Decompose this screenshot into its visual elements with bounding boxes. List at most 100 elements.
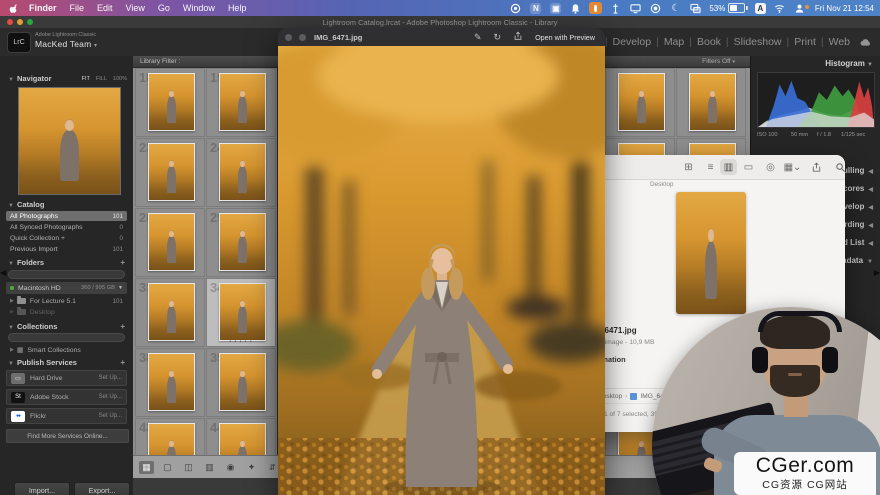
group-icon[interactable]: ▦⌄: [784, 159, 801, 175]
do-not-disturb-icon[interactable]: ☾: [669, 2, 682, 14]
grid-cell[interactable]: [676, 68, 746, 137]
volume-macintosh-hd[interactable]: Macintosh HD360 / 995 GB▼: [6, 282, 127, 294]
photo-thumbnail[interactable]: [689, 73, 736, 131]
zoom-fill[interactable]: FILL: [96, 76, 107, 82]
menu-edit[interactable]: Edit: [97, 3, 113, 13]
battery-indicator[interactable]: 53%: [709, 3, 748, 13]
catalog-header[interactable]: ▼Catalog: [0, 200, 133, 211]
collections-header[interactable]: ▼Collections+: [0, 322, 133, 333]
photo-thumbnail[interactable]: [148, 283, 195, 341]
minimize-icon[interactable]: [17, 19, 23, 25]
grid-cell[interactable]: 39: [206, 348, 276, 417]
module-slideshow[interactable]: Slideshow: [734, 36, 782, 48]
zoom-window-icon[interactable]: [27, 19, 33, 25]
module-book[interactable]: Book: [697, 36, 721, 48]
grid-cell[interactable]: 43: [135, 418, 205, 455]
share-icon[interactable]: [808, 159, 825, 175]
grid-cell[interactable]: 44: [206, 418, 276, 455]
folders-header[interactable]: ▼Folders+: [0, 258, 133, 269]
folder-item-0[interactable]: ▶For Lecture 5.1101: [6, 296, 127, 306]
close-icon[interactable]: [7, 19, 13, 25]
grid-cell[interactable]: 28: [135, 208, 205, 277]
expand-icon[interactable]: ▶: [10, 298, 14, 304]
photo-thumbnail[interactable]: [219, 423, 266, 455]
stand-icon[interactable]: [609, 2, 622, 14]
markup-icon[interactable]: ✎: [474, 32, 482, 43]
close-icon[interactable]: [285, 34, 292, 41]
grid-cell[interactable]: 29: [206, 208, 276, 277]
search-icon[interactable]: [832, 159, 845, 175]
menu-bar-clock[interactable]: Fri Nov 21 12:54: [815, 4, 874, 13]
grid-cell[interactable]: 33: [135, 278, 205, 347]
photo-thumbnail[interactable]: [219, 353, 266, 411]
grid-cell[interactable]: [605, 68, 675, 137]
quicklook-titlebar[interactable]: IMG_6471.jpg ✎ ↻ Open with Preview: [278, 28, 605, 46]
photo-thumbnail[interactable]: [148, 353, 195, 411]
loupe-view-icon[interactable]: ▢: [160, 461, 175, 474]
cloud-sync-icon[interactable]: [859, 36, 872, 48]
view-columns-icon[interactable]: ▥: [720, 159, 737, 175]
grid-cell[interactable]: 24: [206, 138, 276, 207]
menu-view[interactable]: View: [126, 3, 145, 13]
grid-cell[interactable]: 23: [135, 138, 205, 207]
histogram-header[interactable]: Histogram ▼: [825, 59, 873, 68]
identity-plate[interactable]: MacKed Team ▾: [35, 39, 97, 49]
chevron-down-icon[interactable]: ▼: [118, 285, 123, 291]
publish-service-1[interactable]: StAdobe StockSet Up...: [6, 389, 127, 405]
menu-go[interactable]: Go: [158, 3, 170, 13]
find-more-services-button[interactable]: Find More Services Online...: [6, 429, 129, 443]
folders-search-input[interactable]: [8, 270, 125, 279]
catalog-item-0[interactable]: All Photographs101: [6, 211, 127, 221]
publish-service-0[interactable]: ▭Hard DriveSet Up...: [6, 370, 127, 386]
module-map[interactable]: Map: [664, 36, 684, 48]
people-view-icon[interactable]: ◉: [223, 461, 238, 474]
menu-finder[interactable]: Finder: [29, 3, 57, 13]
view-grid-icon[interactable]: ⊞: [680, 159, 697, 175]
lightroom-titlebar[interactable]: Lightroom Catalog.lrcat - Adobe Photosho…: [0, 16, 880, 28]
input-source-icon[interactable]: A: [755, 3, 766, 14]
tags-icon[interactable]: ◎: [762, 159, 779, 175]
add-folder-icon[interactable]: +: [120, 258, 125, 267]
expand-icon[interactable]: ▶: [10, 347, 14, 353]
add-collection-icon[interactable]: +: [120, 322, 125, 331]
camera-dot-icon[interactable]: [509, 2, 522, 14]
photo-thumbnail[interactable]: [148, 213, 195, 271]
navigator-header[interactable]: ▼NavigatorFITFILL100%: [0, 74, 133, 85]
collapse-left-panel-icon[interactable]: ◀: [0, 268, 6, 277]
painter-icon[interactable]: ✦: [244, 461, 259, 474]
export-button[interactable]: Export...: [74, 482, 130, 495]
photo-thumbnail[interactable]: [219, 283, 266, 341]
photo-thumbnail[interactable]: [219, 213, 266, 271]
grid-cell[interactable]: 38: [135, 348, 205, 417]
catalog-item-2[interactable]: Quick Collection +0: [6, 233, 127, 243]
photo-thumbnail[interactable]: [618, 73, 665, 131]
photo-thumbnail[interactable]: [148, 73, 195, 131]
navigator-preview[interactable]: [18, 87, 121, 195]
grid-cell[interactable]: 34• • • • •: [206, 278, 276, 347]
survey-view-icon[interactable]: ▥: [202, 461, 217, 474]
zoom-window-icon[interactable]: [299, 34, 306, 41]
notes-app-icon[interactable]: N: [529, 2, 542, 14]
menu-file[interactable]: File: [70, 3, 85, 13]
zoom-fit[interactable]: FIT: [82, 76, 90, 82]
screenshot-app-icon[interactable]: ▣: [549, 2, 562, 14]
collapse-right-panel-icon[interactable]: ▶: [874, 268, 880, 277]
publish-services-header[interactable]: ▼Publish Services+: [0, 358, 133, 369]
expand-icon[interactable]: ▶: [10, 309, 14, 315]
import-button[interactable]: Import...: [14, 482, 70, 495]
view-list-icon[interactable]: ≡: [702, 159, 719, 175]
collections-search-input[interactable]: [8, 333, 125, 342]
menu-window[interactable]: Window: [183, 3, 215, 13]
add-service-icon[interactable]: +: [120, 358, 125, 367]
navigator-zoom-options[interactable]: FITFILL100%: [82, 76, 127, 82]
screen-mirroring-icon[interactable]: [689, 2, 702, 14]
menu-help[interactable]: Help: [228, 3, 247, 13]
view-gallery-icon[interactable]: ▭: [740, 159, 757, 175]
apple-logo-icon[interactable]: [8, 2, 21, 14]
wifi-icon[interactable]: [773, 2, 786, 14]
catalog-item-3[interactable]: Previous Import101: [6, 244, 127, 254]
publish-service-2[interactable]: ●●FlickrSet Up...: [6, 408, 127, 424]
photo-thumbnail[interactable]: [219, 73, 266, 131]
module-print[interactable]: Print: [794, 36, 816, 48]
microphone-active-icon[interactable]: [589, 2, 602, 14]
